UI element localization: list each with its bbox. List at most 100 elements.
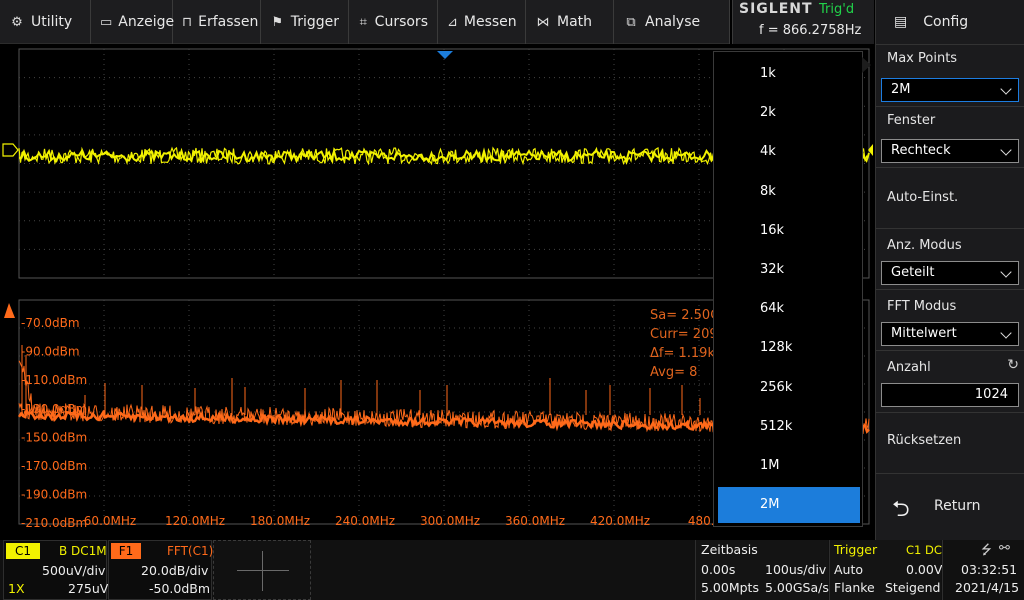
dropdown-option[interactable]: 2k [718,95,860,131]
trigger-status: Trig'd [819,2,855,17]
return-label: Return [934,498,981,514]
count-section[interactable]: Anzahl ↻ 1024 [876,350,1024,412]
menu-anzeige[interactable]: ▭ Anzeige [91,0,175,44]
trigger-title: Trigger [834,542,878,557]
chevron-down-icon [1000,83,1012,95]
dropdown-option[interactable]: 16k [718,213,860,249]
brand-status-area: SIGLENT Trig'd f = 866.2758Hz [732,0,874,44]
fft-info-line: Curr= 209 [650,327,718,342]
dropdown-option[interactable]: 512k [718,409,860,445]
max-points-value: 2M [891,82,911,97]
auto-settings-label: Auto-Einst. [887,190,959,205]
menu-erfassen[interactable]: ⊓ Erfassen [173,0,261,44]
fft-channel-info[interactable]: F1 FFT(C1) 20.0dB/div -50.0dBm [108,540,213,600]
reset-button[interactable]: Rücksetzen [876,412,1024,473]
dropdown-option[interactable]: 1M [718,448,860,484]
menu-label: Trigger [290,14,339,30]
fft-mode-select[interactable]: Mittelwert [881,322,1019,346]
network-icon: ⚯ [999,541,1010,556]
timebase-delay: 0.00s [701,562,736,577]
gear-icon: ⚙ [11,14,23,30]
menu-trigger[interactable]: ⚑ Trigger [261,0,349,44]
menu-messen[interactable]: ⊿ Messen [438,0,526,44]
panel-title-label: Config [923,14,969,30]
fft-y-label: -150.0dBm [21,430,87,444]
timebase-rate: 5.00GSa/s [765,580,829,595]
analyse-icon: ⧉ [626,14,636,30]
channel1-level-marker [2,143,19,157]
window-section[interactable]: Fenster Rechteck [876,106,1024,167]
add-channel-slot[interactable] [213,540,311,600]
menu-math[interactable]: ⋈ Math [526,0,614,44]
channel1-coupling: B DC1M [59,544,107,558]
return-button[interactable]: ⮌ Return [876,473,1024,535]
trigger-mode: Auto [834,562,864,577]
channel1-info[interactable]: C1 B DC1M 500uV/div 1X 275uV [3,540,109,600]
fft-y-label: -210.0dBm [21,516,87,530]
refresh-icon[interactable]: ↻ [1007,357,1019,373]
config-panel: ▤ Config Max Points 2M Fenster Rechteck … [875,0,1024,540]
menu-label: Anzeige [118,14,175,30]
chevron-down-icon [1000,327,1012,339]
fft-y-label: -130.0dBm [21,402,87,416]
timebase-info[interactable]: Zeitbasis 0.00s 100us/div 5.00Mpts 5.00G… [695,540,829,600]
trigger-source: C1 DC [906,543,942,557]
menu-label: Analyse [645,14,701,30]
fft-x-label: 360.0MHz [505,514,565,528]
clock-area: ⭍ ⚯ 03:32:51 2021/4/15 [942,540,1024,600]
window-label: Fenster [887,113,936,128]
trigger-info[interactable]: Trigger C1 DC Auto 0.00V Flanke Steigend [829,540,942,600]
dropdown-option[interactable]: 8k [718,174,860,210]
max-points-dropdown-list[interactable]: 1k 2k 4k 8k 16k 32k 64k 128k 256k 512k 1M 2M [713,51,863,527]
math-icon: ⋈ [536,14,550,30]
channel1-tag: C1 [6,543,40,559]
timebase-title: Zeitbasis [701,542,758,557]
crosshair-icon: ⌗ [359,14,367,30]
channel1-offset: 275uV [68,581,109,596]
fft-mode-label: FFT Modus [887,299,957,314]
clock-time: 03:32:51 [961,562,1018,577]
dropdown-option[interactable]: 128k [718,330,860,366]
menu-analyse[interactable]: ⧉ Analyse [614,0,730,44]
max-points-select[interactable]: 2M [881,78,1019,102]
fft-x-label: 180.0MHz [250,514,310,528]
top-menu-bar: ⚙ Utility ▭ Anzeige ⊓ Erfassen ⚑ Trigger ⌗ Cursor… [0,0,730,44]
chevron-down-icon [1000,144,1012,156]
fft-info-line: Sa= 2.50G [650,308,720,323]
menu-label: Math [557,14,593,30]
timebase-scale: 100us/div [765,562,827,577]
display-mode-section[interactable]: Anz. Modus Geteilt [876,228,1024,289]
monitor-icon: ▭ [100,14,113,30]
count-input[interactable]: 1024 [881,383,1019,407]
dropdown-option[interactable]: 4k [718,134,860,170]
dropdown-option[interactable]: 1k [718,56,860,92]
chevron-down-icon [1000,266,1012,278]
max-points-section[interactable]: Max Points 2M [876,44,1024,106]
dropdown-option[interactable]: 64k [718,291,860,327]
dropdown-option[interactable]: 2M [718,487,860,524]
fft-y-label: -90.0dBm [21,345,80,359]
fft-x-label: 420.0MHz [590,514,650,528]
usb-icon: ⭍ [981,543,992,558]
fft-offset: -50.0dBm [149,581,211,596]
window-value: Rechteck [891,143,951,158]
channel1-scale: 500uV/div [42,563,106,578]
fft-x-label: 300.0MHz [420,514,480,528]
fft-x-label: 60.0MHz [84,514,136,528]
fft-x-label: 120.0MHz [165,514,225,528]
display-mode-select[interactable]: Geteilt [881,261,1019,285]
fft-mode-value: Mittelwert [891,326,957,341]
fft-channel-tag: F1 [111,543,141,559]
menu-utility[interactable]: ⚙ Utility [0,0,91,44]
fft-mode-section[interactable]: FFT Modus Mittelwert [876,289,1024,350]
siglent-logo: SIGLENT [739,1,813,17]
fft-info-line: Avg= 8 [650,365,697,380]
menu-cursors[interactable]: ⌗ Cursors [349,0,438,44]
fft-reference-marker [4,303,15,318]
dropdown-option[interactable]: 256k [718,370,860,406]
display-mode-label: Anz. Modus [887,238,962,253]
reset-label: Rücksetzen [887,433,962,448]
dropdown-option[interactable]: 32k [718,252,860,288]
auto-settings-button[interactable]: Auto-Einst. [876,167,1024,228]
window-select[interactable]: Rechteck [881,139,1019,163]
